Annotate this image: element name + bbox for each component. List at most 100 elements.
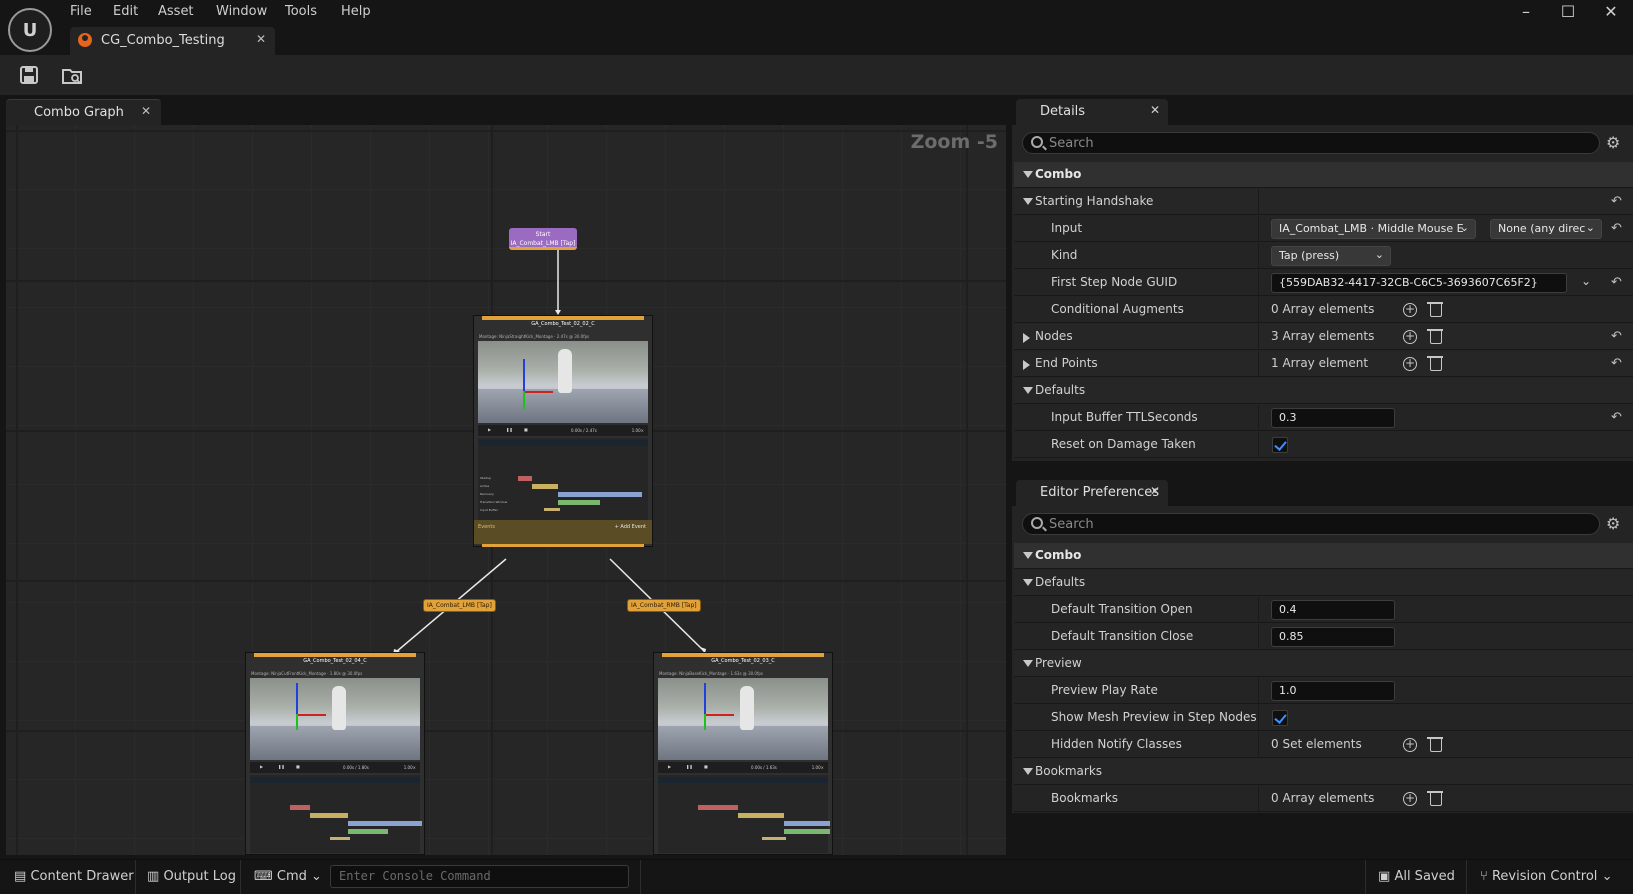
details-search-input[interactable]: Search xyxy=(1022,132,1600,154)
group-starting-handshake[interactable]: Starting Handshake ↶ xyxy=(1014,189,1633,215)
save-icon[interactable] xyxy=(18,64,40,86)
prefs-search-input[interactable]: Search xyxy=(1022,513,1600,535)
transition-open-field[interactable]: 0.4 xyxy=(1271,600,1395,620)
add-element-icon[interactable]: + xyxy=(1403,330,1417,344)
expand-arrow-icon[interactable] xyxy=(1023,552,1033,559)
revision-control-button[interactable]: ⑂ Revision Control ⌄ xyxy=(1480,869,1612,884)
group-preview[interactable]: Preview xyxy=(1014,651,1633,677)
reset-on-damage-checkbox[interactable] xyxy=(1272,437,1288,453)
add-element-icon[interactable]: + xyxy=(1403,792,1417,806)
menu-tools[interactable]: Tools xyxy=(285,4,317,19)
expand-arrow-icon[interactable] xyxy=(1023,360,1030,370)
reset-to-default-icon[interactable]: ↶ xyxy=(1611,275,1622,290)
close-tab-icon[interactable]: ✕ xyxy=(1150,103,1160,117)
chevron-down-icon[interactable]: ⌄ xyxy=(1581,274,1591,288)
gear-icon[interactable]: ⚙ xyxy=(1606,135,1622,151)
console-command-input[interactable]: Enter Console Command xyxy=(330,865,629,888)
menu-asset[interactable]: Asset xyxy=(158,4,194,19)
trash-icon[interactable] xyxy=(1427,329,1443,344)
asset-tab[interactable]: CG_Combo_Testing ✕ xyxy=(70,27,275,55)
reset-to-default-icon[interactable]: ↶ xyxy=(1611,410,1622,425)
trash-icon[interactable] xyxy=(1427,356,1443,371)
add-element-icon[interactable]: + xyxy=(1403,738,1417,752)
edge-label-lmb[interactable]: IA_Combat_LMB [Tap] xyxy=(423,599,496,612)
tab-combo-graph[interactable]: Combo Graph ✕ xyxy=(6,99,161,125)
play-icon[interactable]: ▶ xyxy=(260,764,263,769)
play-icon[interactable]: ▶ xyxy=(668,764,671,769)
reset-to-default-icon[interactable]: ↶ xyxy=(1611,221,1622,236)
input-buffer-field[interactable]: 0.3 xyxy=(1271,408,1395,428)
browse-asset-icon[interactable] xyxy=(61,64,83,86)
menu-window[interactable]: Window xyxy=(216,4,267,19)
pause-icon[interactable]: ❚❚ xyxy=(278,764,285,769)
property-nodes[interactable]: Nodes 3 Array elements + ↶ xyxy=(1014,324,1633,350)
trash-icon[interactable] xyxy=(1427,791,1443,806)
trash-icon[interactable] xyxy=(1427,737,1443,752)
play-icon[interactable]: ▶ xyxy=(488,427,491,432)
edge-label-rmb[interactable]: IA_Combat_RMB [Tap] xyxy=(627,599,701,612)
graph-canvas[interactable]: Zoom -5 Start IA_Combat_LMB [Tap] IA_Com… xyxy=(6,125,1006,855)
menu-edit[interactable]: Edit xyxy=(113,4,138,19)
gear-icon[interactable]: ⚙ xyxy=(1606,516,1622,532)
node-playback-controls[interactable]: ▶ ❚❚ ■ 0.00s / 1.80s 1.00× xyxy=(250,762,420,773)
unreal-logo-icon[interactable]: U xyxy=(8,8,52,52)
node-timeline[interactable]: Startup Active Recovery Transition Windo… xyxy=(478,438,648,520)
input-action-dropdown[interactable]: IA_Combat_LMB · Middle Mouse E ⌄ xyxy=(1271,219,1476,239)
minimize-icon[interactable]: – xyxy=(1508,2,1544,21)
property-label: Nodes xyxy=(1035,329,1073,343)
stop-icon[interactable]: ■ xyxy=(704,764,708,769)
pause-icon[interactable]: ❚❚ xyxy=(686,764,693,769)
node-playback-controls[interactable]: ▶ ❚❚ ■ 0.00s / 2.47s 1.00× xyxy=(478,425,648,436)
step-node[interactable]: GA_Combo_Test_02_04_C Montage: NinjaCutF… xyxy=(245,652,425,855)
expand-arrow-icon[interactable] xyxy=(1023,660,1033,667)
guid-field[interactable]: {559DAB32-4417-32CB-C6C5-3693607C65F2} xyxy=(1271,273,1567,293)
close-tab-icon[interactable]: ✕ xyxy=(1150,484,1160,498)
content-drawer-button[interactable]: ▤ Content Drawer xyxy=(14,869,134,884)
category-combo[interactable]: Combo xyxy=(1014,543,1633,569)
output-log-button[interactable]: ▥ Output Log xyxy=(147,869,236,884)
expand-arrow-icon[interactable] xyxy=(1023,333,1030,343)
stop-icon[interactable]: ■ xyxy=(296,764,300,769)
transition-close-field[interactable]: 0.85 xyxy=(1271,627,1395,647)
add-element-icon[interactable]: + xyxy=(1403,303,1417,317)
combo-graph-asset-icon xyxy=(78,33,92,47)
cmd-dropdown[interactable]: ⌨ Cmd ⌄ xyxy=(254,869,322,884)
property-end-points[interactable]: End Points 1 Array element + ↶ xyxy=(1014,351,1633,377)
kind-dropdown[interactable]: Tap (press) ⌄ xyxy=(1271,246,1391,266)
stop-icon[interactable]: ■ xyxy=(524,427,528,432)
add-event-button[interactable]: + Add Event xyxy=(615,524,646,530)
expand-arrow-icon[interactable] xyxy=(1023,387,1033,394)
expand-arrow-icon[interactable] xyxy=(1023,579,1033,586)
close-tab-icon[interactable]: ✕ xyxy=(141,104,151,118)
maximize-icon[interactable]: ☐ xyxy=(1550,2,1586,21)
step-node[interactable]: GA_Combo_Test_02_02_C Montage: NinjaStra… xyxy=(473,315,653,547)
tab-details[interactable]: Details ✕ xyxy=(1016,99,1168,125)
node-timeline[interactable] xyxy=(658,775,830,853)
expand-arrow-icon[interactable] xyxy=(1023,198,1033,205)
reset-to-default-icon[interactable]: ↶ xyxy=(1611,329,1622,344)
category-combo[interactable]: Combo xyxy=(1014,162,1633,188)
node-playback-controls[interactable]: ▶ ❚❚ ■ 0.00s / 1.63s 1.00× xyxy=(658,762,828,773)
node-timeline[interactable] xyxy=(250,775,422,853)
group-defaults[interactable]: Defaults xyxy=(1014,570,1633,596)
reset-to-default-icon[interactable]: ↶ xyxy=(1611,194,1622,209)
pause-icon[interactable]: ❚❚ xyxy=(506,427,513,432)
start-node[interactable]: Start IA_Combat_LMB [Tap] xyxy=(509,228,577,250)
reset-to-default-icon[interactable]: ↶ xyxy=(1611,356,1622,371)
show-mesh-preview-checkbox[interactable] xyxy=(1272,710,1288,726)
play-rate-field[interactable]: 1.0 xyxy=(1271,681,1395,701)
step-node[interactable]: GA_Combo_Test_02_03_C Montage: NinjaBase… xyxy=(653,652,833,855)
close-tab-icon[interactable]: ✕ xyxy=(256,32,266,46)
tab-editor-preferences[interactable]: Editor Preferences ✕ xyxy=(1016,480,1168,506)
expand-arrow-icon[interactable] xyxy=(1023,768,1033,775)
menu-help[interactable]: Help xyxy=(341,4,371,19)
all-saved-button[interactable]: ▣ All Saved xyxy=(1378,869,1455,884)
close-window-icon[interactable]: ✕ xyxy=(1593,2,1629,21)
group-bookmarks[interactable]: Bookmarks xyxy=(1014,759,1633,785)
menu-file[interactable]: File xyxy=(70,4,92,19)
trash-icon[interactable] xyxy=(1427,302,1443,317)
expand-arrow-icon[interactable] xyxy=(1023,171,1033,178)
group-defaults[interactable]: Defaults xyxy=(1014,378,1633,404)
input-direction-dropdown[interactable]: None (any direc ⌄ xyxy=(1490,219,1602,239)
add-element-icon[interactable]: + xyxy=(1403,357,1417,371)
